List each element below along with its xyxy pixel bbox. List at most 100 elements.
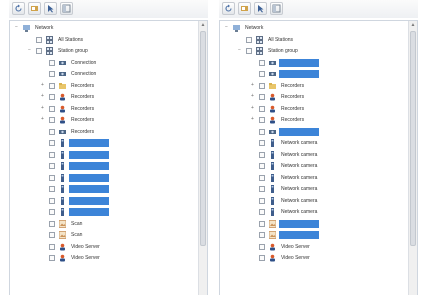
tree-row[interactable]: + Recorders xyxy=(10,104,195,114)
row-checkbox[interactable] xyxy=(49,255,55,261)
row-checkbox[interactable] xyxy=(246,36,252,43)
row-checkbox[interactable] xyxy=(49,94,55,100)
tree-item-label[interactable]: Recorders xyxy=(69,116,96,124)
expand-icon[interactable]: + xyxy=(40,94,45,99)
left-vertical-scrollbar[interactable]: ▲ xyxy=(198,21,207,295)
tree-item-label[interactable]: Video Server xyxy=(279,243,312,251)
tree-row[interactable] xyxy=(10,150,195,160)
row-checkbox[interactable] xyxy=(49,220,55,227)
tree-row[interactable] xyxy=(10,184,195,194)
tree-item-label[interactable] xyxy=(279,70,319,78)
tree-row[interactable]: − Network xyxy=(10,23,195,33)
row-checkbox[interactable] xyxy=(49,243,55,250)
tree-row[interactable]: Video Server xyxy=(10,242,195,252)
row-checkbox[interactable] xyxy=(259,71,265,77)
tree-item-label[interactable]: Network camera xyxy=(279,174,319,182)
tree-row[interactable]: All Stations xyxy=(10,35,195,45)
row-checkbox[interactable] xyxy=(36,36,42,43)
tree-row[interactable] xyxy=(220,58,405,68)
tree-row[interactable]: + Recorders xyxy=(10,81,195,91)
row-checkbox[interactable] xyxy=(49,140,55,146)
tree-item-label[interactable]: Station group xyxy=(56,47,90,55)
tree-row[interactable]: Network camera xyxy=(220,138,405,148)
tree-row[interactable]: Video Server xyxy=(220,242,405,252)
row-checkbox[interactable] xyxy=(49,186,55,192)
tree-item-label[interactable]: Network camera xyxy=(279,139,319,147)
tree-item-label[interactable] xyxy=(69,208,109,216)
expand-icon[interactable]: + xyxy=(40,82,45,88)
tree-item-label[interactable]: Station group xyxy=(266,47,300,55)
row-checkbox[interactable] xyxy=(49,232,55,238)
tree-item-label[interactable]: Video Server xyxy=(69,243,102,251)
row-checkbox[interactable] xyxy=(49,128,55,135)
row-checkbox[interactable] xyxy=(49,151,55,158)
collapse-icon[interactable]: − xyxy=(237,48,242,53)
tree-item-label[interactable]: All Stations xyxy=(266,36,295,44)
tree-item-label[interactable]: Network camera xyxy=(279,185,319,193)
row-checkbox[interactable] xyxy=(259,243,265,250)
toolbar-button-cursor[interactable] xyxy=(44,2,57,15)
row-checkbox[interactable] xyxy=(259,128,265,135)
tree-row[interactable]: + Recorders xyxy=(10,92,195,102)
tree-item-label[interactable]: Network xyxy=(33,24,55,32)
toolbar-button-refresh[interactable] xyxy=(12,2,25,15)
tree-item-label[interactable] xyxy=(69,150,109,159)
expand-icon[interactable]: + xyxy=(250,94,255,99)
tree-item-label[interactable]: Network camera xyxy=(279,162,319,170)
tree-row[interactable]: Network camera xyxy=(220,184,405,194)
collapse-icon[interactable]: − xyxy=(14,25,19,30)
tree-item-label[interactable]: Network camera xyxy=(279,197,319,205)
tree-item-label[interactable]: Video Server xyxy=(69,254,102,262)
row-checkbox[interactable] xyxy=(259,117,265,123)
left-tree-view[interactable]: − Network All Stations − Station group Connec… xyxy=(9,20,208,295)
scroll-up-arrow-icon[interactable]: ▲ xyxy=(200,22,206,29)
row-checkbox[interactable] xyxy=(259,140,265,146)
tree-item-label[interactable] xyxy=(279,219,319,228)
tree-item-label[interactable] xyxy=(69,139,109,147)
tree-item-label[interactable]: Connection xyxy=(69,59,98,67)
tree-row[interactable]: Connection xyxy=(10,69,195,79)
tree-item-label[interactable]: Recorders xyxy=(69,128,96,136)
tree-item-label[interactable]: Network camera xyxy=(279,208,319,216)
collapse-icon[interactable]: − xyxy=(224,25,229,30)
row-checkbox[interactable] xyxy=(259,209,265,215)
tree-row[interactable] xyxy=(10,173,195,183)
tree-row[interactable] xyxy=(10,138,195,148)
tree-row[interactable]: + Recorders xyxy=(220,81,405,91)
row-checkbox[interactable] xyxy=(49,197,55,204)
tree-item-label[interactable]: Recorders xyxy=(69,105,96,113)
tree-row[interactable] xyxy=(220,219,405,229)
expand-icon[interactable]: + xyxy=(40,105,45,111)
row-checkbox[interactable] xyxy=(259,105,265,112)
tree-row[interactable]: Scan xyxy=(10,230,195,240)
tree-item-label[interactable] xyxy=(69,162,109,170)
tree-row[interactable]: Video Server xyxy=(220,253,405,263)
row-checkbox[interactable] xyxy=(49,59,55,66)
tree-row[interactable]: Video Server xyxy=(10,253,195,263)
toolbar-button-panel[interactable] xyxy=(60,2,73,15)
row-checkbox[interactable] xyxy=(49,82,55,89)
tree-row[interactable]: Recorders xyxy=(10,127,195,137)
tree-item-label[interactable]: Network xyxy=(243,24,265,32)
tree-row[interactable]: − Station group xyxy=(220,46,405,56)
toolbar-button-cursor[interactable] xyxy=(254,2,267,15)
tree-item-label[interactable]: Recorders xyxy=(69,93,96,101)
expand-icon[interactable]: + xyxy=(250,117,255,122)
tree-row[interactable]: Network camera xyxy=(220,196,405,206)
expand-icon[interactable]: + xyxy=(40,117,45,122)
tree-row[interactable] xyxy=(10,207,195,217)
tree-item-label[interactable] xyxy=(279,58,319,67)
tree-item-label[interactable]: Recorders xyxy=(279,105,306,113)
tree-item-label[interactable]: Recorders xyxy=(279,93,306,101)
collapse-icon[interactable]: − xyxy=(27,48,32,53)
row-checkbox[interactable] xyxy=(259,174,265,181)
row-checkbox[interactable] xyxy=(259,186,265,192)
tree-item-label[interactable] xyxy=(279,127,319,136)
tree-row[interactable]: Scan xyxy=(10,219,195,229)
toolbar-button-refresh[interactable] xyxy=(222,2,235,15)
row-checkbox[interactable] xyxy=(49,209,55,215)
row-checkbox[interactable] xyxy=(259,59,265,66)
right-vertical-scrollbar[interactable]: ▲ xyxy=(408,21,417,295)
row-checkbox[interactable] xyxy=(259,197,265,204)
tree-row[interactable]: + Recorders xyxy=(220,104,405,114)
